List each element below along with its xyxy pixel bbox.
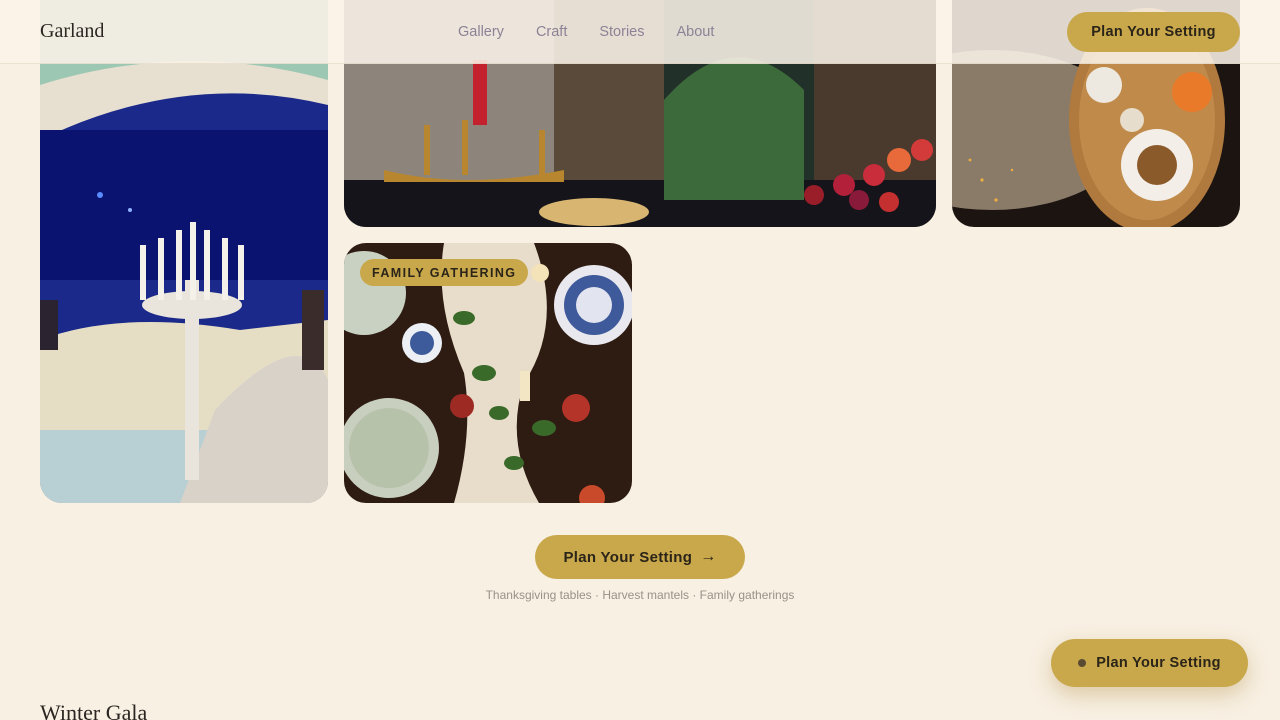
plan-your-setting-button[interactable]: Plan Your Setting → [535,535,745,579]
gallery-tile-hall[interactable] [40,0,328,503]
cta-subtitle: Thanksgiving tables · Harvest mantels · … [485,588,795,602]
floating-button-label: Plan Your Setting [1096,655,1221,671]
arrow-right-icon: → [700,548,717,565]
cta-label: Plan Your Setting [563,548,693,566]
site-header: Garland Gallery Craft Stories About Plan… [0,0,1280,64]
main-nav: Gallery Craft Stories About [458,24,714,40]
nav-about[interactable]: About [677,24,715,40]
family-gathering-badge: FAMILY GATHERING [360,259,529,286]
logo[interactable]: Garland [40,20,104,43]
nav-craft[interactable]: Craft [536,24,567,40]
gallery-tile-family[interactable]: FAMILY GATHERING [344,243,632,503]
status-dot-icon [1078,659,1087,667]
section-title-winter-gala: Winter Gala [40,700,148,720]
hall-candelabra-image [40,0,328,503]
nav-gallery[interactable]: Gallery [458,24,504,40]
floating-plan-button[interactable]: Plan Your Setting [1051,639,1248,687]
nav-stories[interactable]: Stories [599,24,644,40]
header-plan-button[interactable]: Plan Your Setting [1067,12,1240,52]
